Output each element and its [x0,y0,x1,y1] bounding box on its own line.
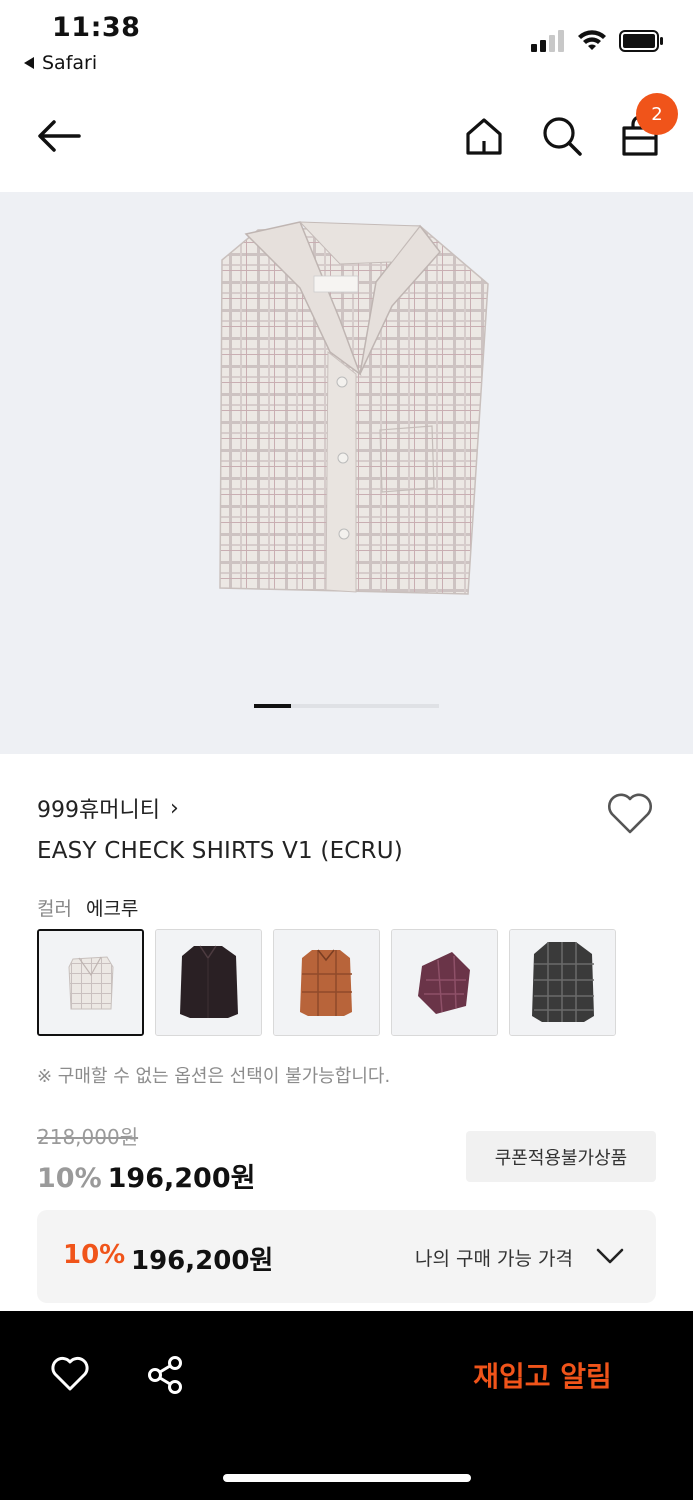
heart-icon[interactable] [606,790,654,836]
back-app-label: Safari [42,52,98,74]
product-name: EASY CHECK SHIRTS V1 (ECRU) [37,838,403,864]
wifi-icon [578,30,606,50]
back-to-safari[interactable]: Safari [24,52,97,74]
chevron-right-icon: › [169,795,179,821]
original-price: 218,000원 [37,1125,139,1149]
my-price-dropdown[interactable]: 10% 196,200원 나의 구매 가능 가격 [37,1210,656,1303]
brand-name: 999휴머니티 [37,798,160,823]
color-option-row: 컬러 에크루 [37,894,138,921]
swatch-purple[interactable] [391,929,498,1036]
my-price: 196,200원 [131,1246,274,1276]
bottom-action-bar: 재입고 알림 [0,1311,693,1500]
home-icon[interactable] [462,114,506,158]
search-icon[interactable] [540,114,584,158]
sale-price: 196,200원 [107,1163,256,1194]
swatch-purple-image [392,930,497,1035]
home-indicator [223,1474,471,1482]
product-main-image [219,221,489,595]
status-bar: 11:38 Safari [0,0,693,88]
color-swatches [37,929,616,1036]
my-discount-rate: 10% [63,1240,126,1270]
brand-link[interactable]: 999휴머니티 › [37,792,179,824]
heart-icon[interactable] [50,1355,90,1393]
gallery-pager-active [254,704,291,708]
swatch-ecru[interactable] [37,929,144,1036]
top-navigation: 2 [0,88,693,192]
discount-rate: 10% [37,1163,102,1194]
swatch-orange-image [274,930,379,1035]
color-value: 에크루 [85,898,139,920]
coupon-unavailable-tag: 쿠폰적용불가상품 [466,1131,656,1182]
product-image-gallery[interactable] [0,192,693,754]
swatch-ecru-image [39,931,142,1034]
price-row: 10% 196,200원 [37,1156,255,1195]
arrow-left-icon[interactable] [34,116,84,156]
share-icon[interactable] [146,1355,184,1395]
cart-count-badge: 2 [636,93,678,135]
gallery-pager [254,704,439,708]
swatch-black-image [156,930,261,1035]
color-label: 컬러 [37,898,72,920]
option-notice: ※ 구매할 수 없는 옵션은 선택이 불가능합니다. [37,1066,391,1087]
swatch-orange[interactable] [273,929,380,1036]
cellular-signal-icon [531,30,564,52]
chevron-down-icon [596,1248,624,1264]
back-triangle-icon [24,57,34,69]
my-price-label: 나의 구매 가능 가격 [415,1248,573,1270]
status-time: 11:38 [52,12,141,43]
battery-icon [619,30,663,52]
swatch-black[interactable] [155,929,262,1036]
swatch-black-check[interactable] [509,929,616,1036]
restock-alert-button[interactable]: 재입고 알림 [440,1353,645,1397]
swatch-black-check-image [510,930,615,1035]
status-icons [531,30,665,52]
